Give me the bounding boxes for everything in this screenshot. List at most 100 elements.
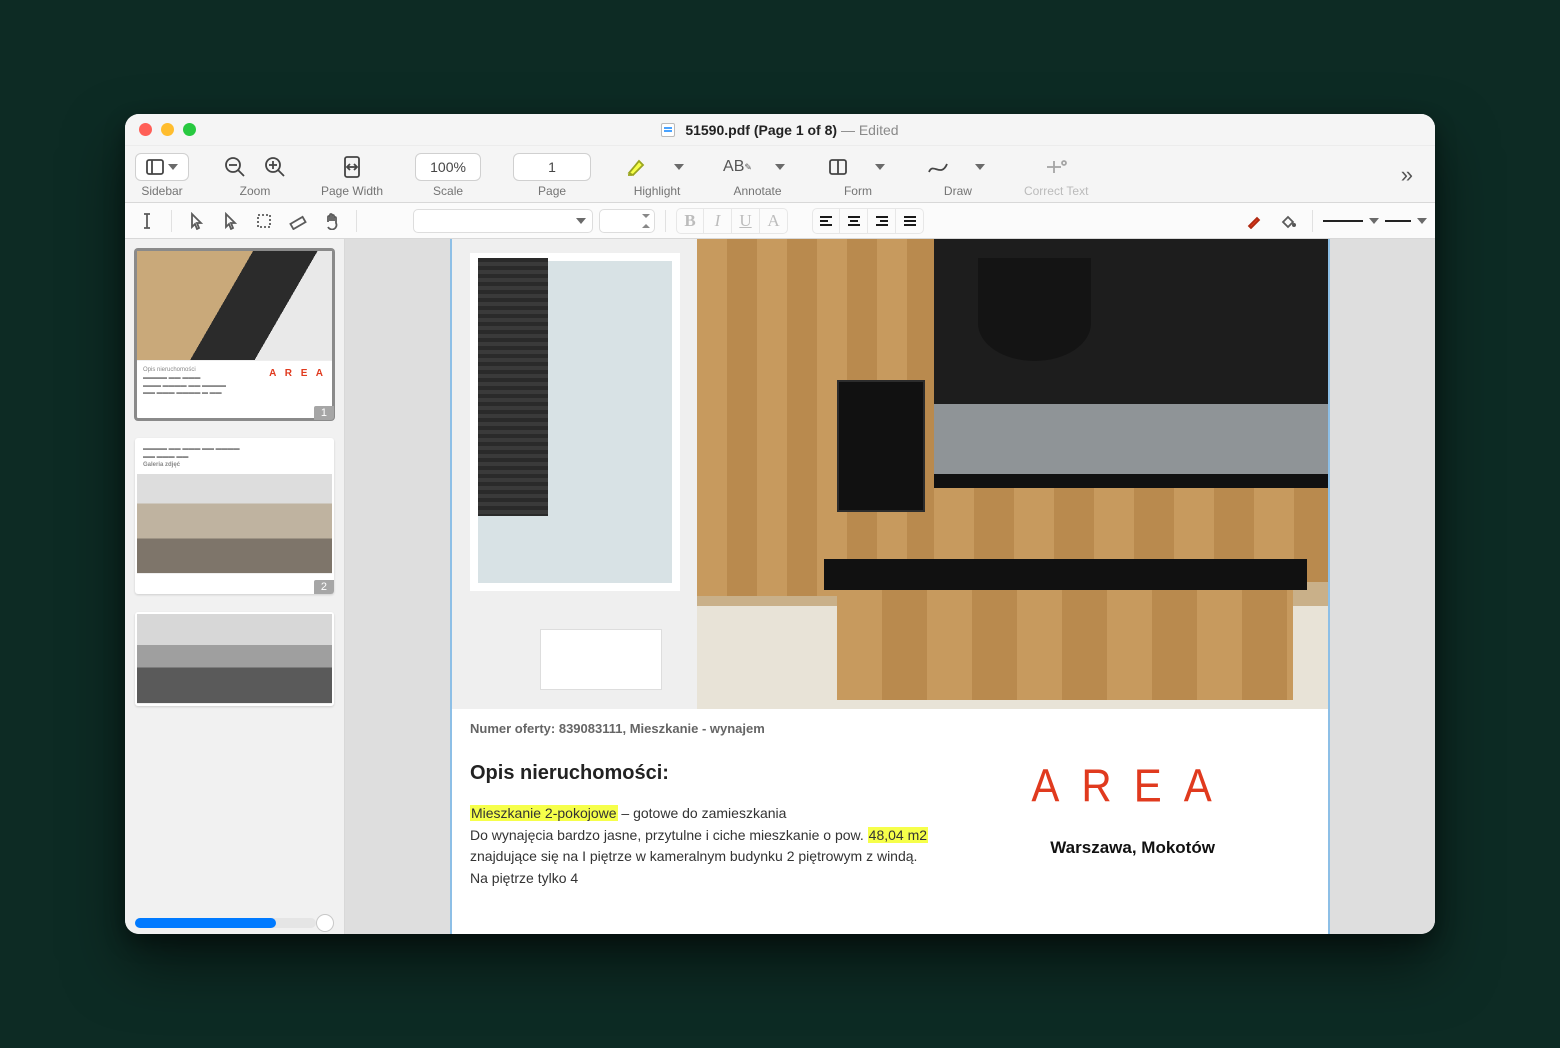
align-left-button[interactable] (812, 208, 840, 234)
line-style-select[interactable] (1323, 218, 1379, 224)
annotate-menu-button[interactable] (764, 153, 792, 181)
pen-color-button[interactable] (1240, 208, 1268, 234)
align-center-button[interactable] (840, 208, 868, 234)
page-number-field[interactable]: 1 (513, 153, 591, 181)
correct-text-label: Correct Text (1024, 184, 1088, 198)
app-window: 51590.pdf (Page 1 of 8) — Edited Sidebar (125, 114, 1435, 934)
chevron-down-icon (576, 218, 586, 224)
sidebar-label: Sidebar (141, 184, 182, 198)
window-title: 51590.pdf (Page 1 of 8) — Edited (125, 122, 1435, 138)
text-style-buttons: B I U A (676, 208, 788, 234)
sidebar-group: Sidebar (135, 152, 189, 198)
sidebar-toggle-button[interactable] (135, 153, 189, 181)
scale-field[interactable]: 100% (415, 153, 481, 181)
select-tool[interactable] (216, 208, 244, 234)
document-viewer[interactable]: Numer oferty: 839083111, Mieszkanie - wy… (345, 239, 1435, 934)
italic-button[interactable]: I (704, 208, 732, 234)
pagewidth-label: Page Width (321, 184, 383, 198)
form-group: Form (824, 152, 892, 198)
annotate-label: Annotate (733, 184, 781, 198)
thumbnail-preview: A R E A Opis nieruchomości▬▬▬▬ ▬▬ ▬▬▬▬▬▬… (137, 361, 332, 418)
highlight-label: Highlight (634, 184, 681, 198)
correct-text-group: Correct Text (1024, 152, 1088, 198)
main-toolbar: Sidebar Zoom Page Width 100% Scale (125, 146, 1435, 203)
fill-color-button[interactable] (1274, 208, 1302, 234)
brand-logo: AREA (955, 762, 1310, 810)
zoom-label: Zoom (240, 184, 271, 198)
title-filename: 51590.pdf (685, 122, 750, 138)
draw-group: Draw (924, 152, 992, 198)
scale-value: 100% (430, 159, 466, 175)
font-family-select[interactable] (413, 209, 593, 233)
zoom-group: Zoom (221, 152, 289, 198)
page-value: 1 (548, 159, 556, 175)
chevron-down-icon (1369, 218, 1379, 224)
bold-button[interactable]: B (676, 208, 704, 234)
chevron-down-icon (168, 164, 178, 170)
form-label: Form (844, 184, 872, 198)
form-button[interactable] (824, 153, 852, 181)
thumbnail-preview: ▬▬▬▬ ▬▬ ▬▬▬ ▬▬ ▬▬▬▬▬▬ ▬▬▬ ▬▬Galeria zdję… (137, 440, 332, 473)
draw-label: Draw (944, 184, 972, 198)
highlight-group: Highlight (623, 152, 691, 198)
highlight-button[interactable] (623, 153, 651, 181)
listing-photo (452, 239, 1328, 709)
underline-button[interactable]: U (732, 208, 760, 234)
page-thumbnail-1[interactable]: A R E A Opis nieruchomości▬▬▬▬ ▬▬ ▬▬▬▬▬▬… (135, 249, 334, 420)
page-label: Page (538, 184, 566, 198)
fit-page-width-button[interactable] (338, 153, 366, 181)
document-icon (661, 123, 675, 137)
draw-menu-button[interactable] (964, 153, 992, 181)
highlight-span: 48,04 m2 (868, 827, 928, 843)
scale-label: Scale (433, 184, 463, 198)
draw-button[interactable] (924, 153, 952, 181)
title-status: Edited (859, 122, 899, 138)
title-pageinfo: (Page 1 of 8) (754, 122, 837, 138)
text-cursor-tool[interactable] (133, 208, 161, 234)
form-menu-button[interactable] (864, 153, 892, 181)
edit-toolbar: B I U A (125, 203, 1435, 239)
pointer-tool[interactable] (182, 208, 210, 234)
offer-number: Numer oferty: 839083111, Mieszkanie - wy… (452, 709, 1328, 736)
highlight-menu-button[interactable] (663, 153, 691, 181)
line-weight-select[interactable] (1385, 218, 1427, 224)
align-buttons (812, 208, 924, 234)
zoom-out-button[interactable] (221, 153, 249, 181)
ruler-tool[interactable] (284, 208, 312, 234)
page-thumbnail-3[interactable] (135, 612, 334, 706)
thumbnail-image (137, 474, 332, 574)
content-area: A R E A Opis nieruchomości▬▬▬▬ ▬▬ ▬▬▬▬▬▬… (125, 239, 1435, 934)
description-heading: Opis nieruchomości: (470, 762, 931, 785)
zoom-in-button[interactable] (261, 153, 289, 181)
align-justify-button[interactable] (896, 208, 924, 234)
marquee-tool[interactable] (250, 208, 278, 234)
pdf-page: Numer oferty: 839083111, Mieszkanie - wy… (450, 239, 1330, 934)
align-right-button[interactable] (868, 208, 896, 234)
chevron-down-icon (674, 164, 684, 170)
page-group: 1 Page (513, 152, 591, 198)
thumbnail-page-number: 2 (314, 580, 334, 594)
description-text: Mieszkanie 2-pokojowe – gotowe do zamies… (470, 803, 931, 890)
correct-text-button (1042, 153, 1070, 181)
page-thumbnail-2[interactable]: ▬▬▬▬ ▬▬ ▬▬▬ ▬▬ ▬▬▬▬▬▬ ▬▬▬ ▬▬Galeria zdję… (135, 438, 334, 593)
thumbnail-image (137, 614, 332, 704)
scale-group: 100% Scale (415, 152, 481, 198)
pagewidth-group: Page Width (321, 152, 383, 198)
font-size-stepper[interactable] (599, 209, 655, 233)
titlebar: 51590.pdf (Page 1 of 8) — Edited (125, 114, 1435, 146)
toolbar-overflow-button[interactable]: » (1389, 162, 1425, 188)
annotate-button[interactable]: AB✎ (723, 153, 752, 181)
thumbnail-page-number: 1 (314, 406, 334, 420)
chevron-down-icon (1417, 218, 1427, 224)
hand-tool[interactable] (318, 208, 346, 234)
chevron-down-icon (975, 164, 985, 170)
thumbnail-image (137, 251, 332, 361)
sidebar-scrollbar[interactable] (135, 918, 316, 928)
highlight-span: Mieszkanie 2-pokojowe (470, 805, 618, 821)
location-text: Warszawa, Mokotów (955, 838, 1310, 858)
chevron-down-icon (875, 164, 885, 170)
thumbnail-sidebar: A R E A Opis nieruchomości▬▬▬▬ ▬▬ ▬▬▬▬▬▬… (125, 239, 345, 934)
chevron-down-icon (775, 164, 785, 170)
annotate-group: AB✎ Annotate (723, 152, 792, 198)
font-button[interactable]: A (760, 208, 788, 234)
